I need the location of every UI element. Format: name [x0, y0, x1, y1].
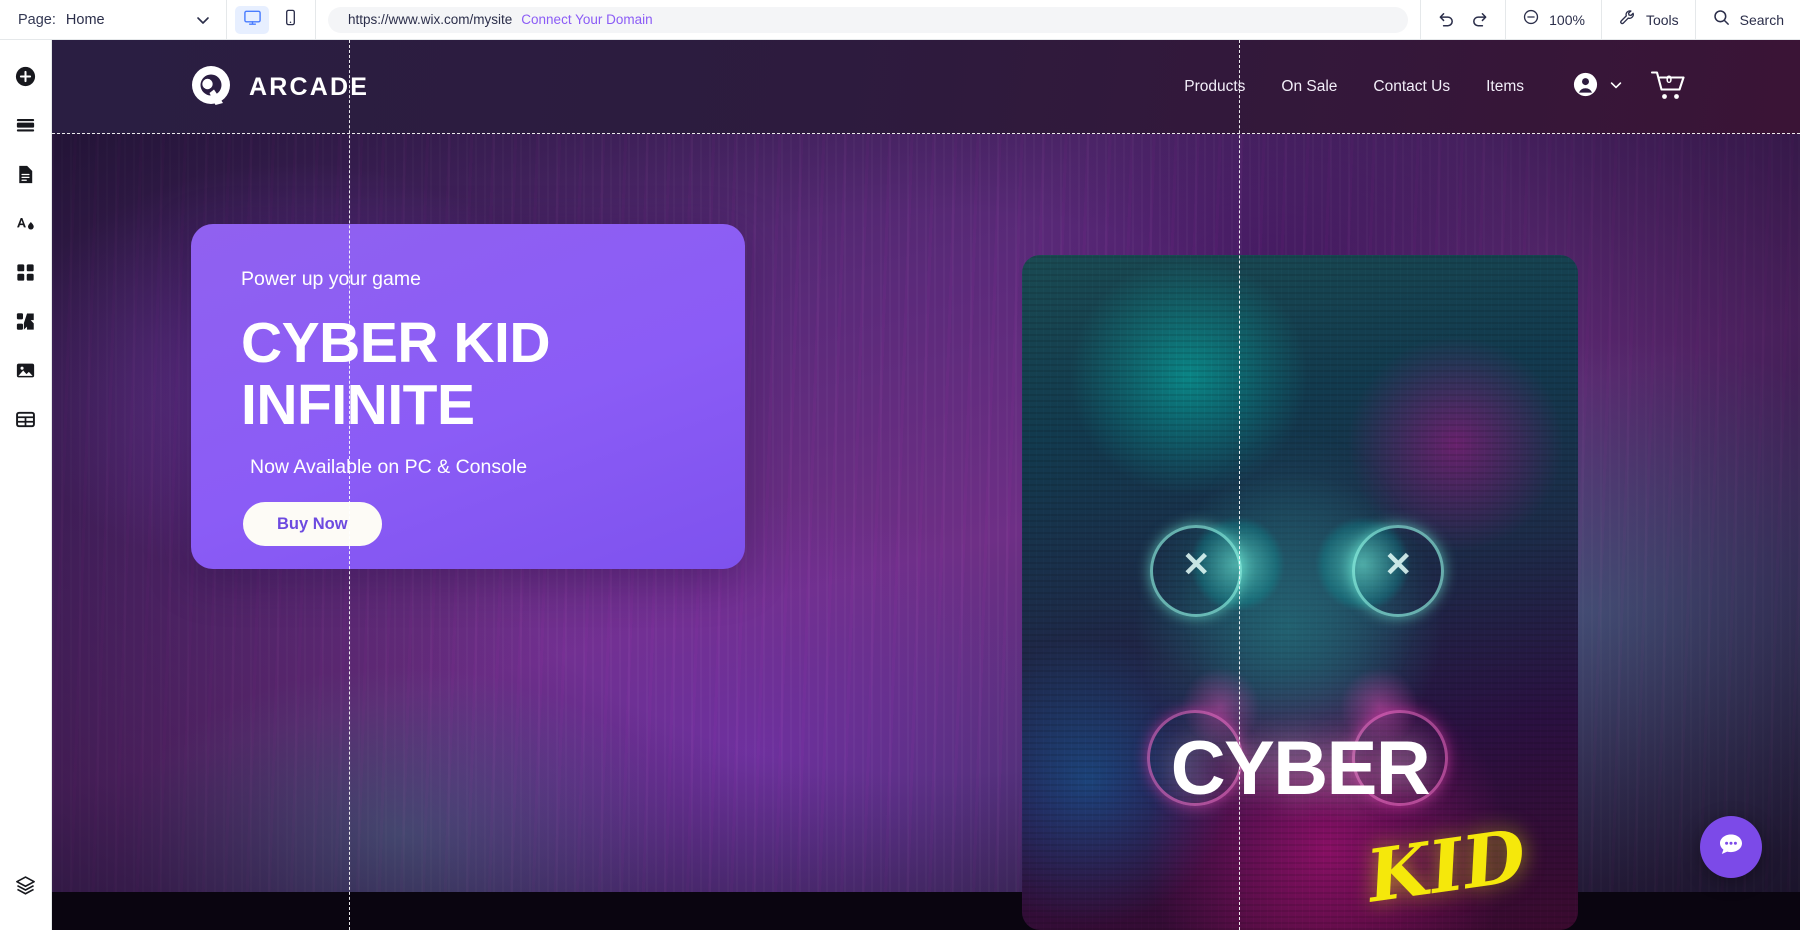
mobile-view-button[interactable] — [273, 6, 307, 34]
lens-x-mark-right: ✕ — [1384, 546, 1413, 584]
search-button[interactable]: Search — [1696, 0, 1800, 40]
promo-subtitle: Now Available on PC & Console — [250, 456, 528, 479]
undo-arrow-icon[interactable] — [1435, 9, 1456, 30]
site-brand[interactable]: ARCADE — [188, 64, 369, 110]
history-controls — [1421, 0, 1505, 40]
sidebar-item-apps-market[interactable] — [0, 250, 52, 299]
sidebar-item-layers-panel[interactable] — [0, 863, 52, 912]
zoom-out-circle-icon — [1522, 8, 1540, 31]
text-and-color-drop-icon — [14, 212, 37, 240]
search-label: Search — [1739, 11, 1784, 28]
site-header[interactable]: ARCADE Products On Sale Contact Us Items — [52, 40, 1800, 134]
editor-toolbar: Page: Home https://www.wix.com/mysite Co… — [0, 0, 1800, 40]
wrench-icon — [1618, 8, 1637, 32]
layers-stack-icon — [14, 874, 37, 902]
promo-title-line-2: INFINITE — [241, 372, 475, 437]
arcade-circle-logo-icon — [188, 64, 234, 110]
sidebar-item-content-manager[interactable] — [0, 397, 52, 446]
page-selector-label: Page: — [18, 11, 56, 28]
promo-title-line-1: CYBER KID — [241, 311, 551, 375]
table-grid-icon — [14, 408, 37, 436]
four-squares-grid-icon — [14, 261, 37, 289]
lens-x-mark-left: ✕ — [1182, 546, 1211, 584]
nav-link-on-sale[interactable]: On Sale — [1281, 78, 1337, 96]
site-brand-name: ARCADE — [249, 72, 370, 101]
image-photo-icon — [14, 359, 37, 387]
mobile-phone-icon — [281, 8, 300, 32]
site-navigation: Products On Sale Contact Us Items — [1184, 78, 1524, 96]
search-icon — [1712, 8, 1731, 32]
cart-item-count: 0 — [1665, 73, 1673, 86]
game-artwork-card[interactable]: ✕ ✕ CYBER KID — [1022, 255, 1578, 930]
nav-link-contact-us[interactable]: Contact Us — [1373, 78, 1450, 96]
promo-kicker-text: Power up your game — [241, 268, 421, 290]
site-url-text: https://www.wix.com/mysite — [348, 12, 513, 27]
zoom-level-value: 100% — [1549, 11, 1585, 28]
plus-circle-icon — [14, 65, 37, 93]
sidebar-item-site-sections[interactable] — [0, 103, 52, 152]
nav-link-products[interactable]: Products — [1184, 78, 1245, 96]
sidebar-item-media-manager[interactable] — [0, 348, 52, 397]
site-header-actions: 0 — [1572, 68, 1688, 107]
buy-now-button[interactable]: Buy Now — [243, 502, 382, 547]
promo-card[interactable]: Power up your game CYBER KID INFINITE No… — [191, 224, 745, 569]
sidebar-item-site-design[interactable] — [0, 201, 52, 250]
nav-link-items[interactable]: Items — [1486, 78, 1524, 96]
chat-widget-button[interactable] — [1700, 816, 1762, 878]
sidebar-item-add-elements[interactable] — [0, 54, 52, 103]
sidebar-primary-items — [0, 40, 52, 446]
puzzle-piece-icon — [14, 310, 37, 338]
chat-bubble-dots-icon — [1715, 829, 1747, 866]
user-account-circle-icon — [1572, 71, 1599, 103]
redo-arrow-icon[interactable] — [1470, 9, 1491, 30]
connect-domain-link[interactable]: Connect Your Domain — [521, 12, 652, 27]
tools-button[interactable]: Tools — [1602, 0, 1695, 40]
chevron-down-icon — [194, 11, 212, 29]
site-url-container: https://www.wix.com/mysite Connect Your … — [316, 0, 1420, 40]
sidebar-item-my-business[interactable] — [0, 299, 52, 348]
page-selector[interactable]: Page: Home — [0, 0, 226, 40]
artwork-title: CYBER — [1170, 726, 1431, 811]
editor-left-sidebar — [0, 40, 52, 930]
shopping-cart-icon — [1650, 70, 1688, 106]
desktop-monitor-icon — [243, 8, 262, 32]
page-selector-value: Home — [65, 11, 105, 28]
site-canvas[interactable]: ARCADE Products On Sale Contact Us Items — [52, 40, 1800, 930]
chevron-down-icon — [1608, 77, 1624, 98]
promo-title: CYBER KID INFINITE — [241, 311, 695, 437]
sections-stack-icon — [14, 114, 37, 142]
sidebar-bottom-items — [0, 863, 52, 930]
device-switcher — [227, 0, 315, 40]
sidebar-item-pages-menu[interactable] — [0, 152, 52, 201]
document-page-icon — [14, 163, 37, 191]
tools-label: Tools — [1645, 11, 1679, 28]
zoom-control[interactable]: 100% — [1506, 0, 1601, 40]
desktop-view-button[interactable] — [235, 5, 269, 34]
site-url-bar[interactable]: https://www.wix.com/mysite Connect Your … — [328, 6, 1409, 33]
shopping-cart-button[interactable]: 0 — [1650, 68, 1688, 107]
account-menu[interactable] — [1572, 71, 1624, 103]
